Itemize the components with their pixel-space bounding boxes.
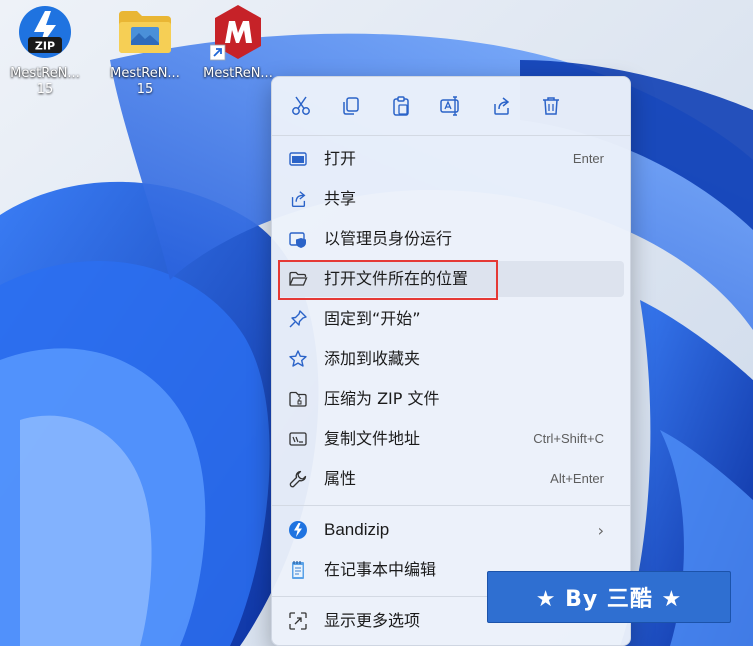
menu-item-label: 打开 bbox=[324, 149, 357, 168]
more-options-icon bbox=[288, 611, 308, 631]
menu-item-copy-as-path[interactable]: 复制文件地址 Ctrl+Shift+C bbox=[278, 421, 624, 457]
notepad-icon bbox=[288, 560, 308, 580]
paste-button[interactable] bbox=[384, 89, 418, 123]
menu-item-pin-to-start[interactable]: 固定到“开始” bbox=[278, 301, 624, 337]
copy-icon bbox=[343, 97, 359, 115]
menu-item-shortcut: Ctrl+Shift+C bbox=[533, 431, 604, 446]
chevron-right-icon: › bbox=[597, 521, 604, 540]
menu-item-share[interactable]: 共享 bbox=[278, 181, 624, 217]
bandizip-icon bbox=[288, 520, 308, 540]
menu-item-label: Bandizip bbox=[324, 520, 390, 539]
share-button[interactable] bbox=[484, 89, 518, 123]
menu-item-label: 复制文件地址 bbox=[324, 429, 421, 448]
context-menu: 打开 Enter 共享 以管理员身份运行 打开文件所在的位置 固定到“开始” 添… bbox=[271, 76, 631, 646]
desktop-icon-label: MestReN... bbox=[110, 66, 180, 81]
menu-item-label: 添加到收藏夹 bbox=[324, 349, 421, 368]
share-icon bbox=[494, 97, 510, 115]
trash-icon bbox=[543, 97, 559, 115]
menu-item-label: 共享 bbox=[324, 189, 357, 208]
svg-text:ZIP: ZIP bbox=[35, 40, 55, 53]
scissors-icon bbox=[292, 96, 310, 115]
menu-item-compress-zip[interactable]: 压缩为 ZIP 文件 bbox=[278, 381, 624, 417]
desktop-icon-label-line2: 15 bbox=[136, 82, 154, 97]
open-window-icon bbox=[288, 149, 308, 169]
rename-button[interactable] bbox=[434, 89, 468, 123]
cut-button[interactable] bbox=[284, 89, 318, 123]
folder-open-icon bbox=[288, 269, 308, 289]
wrench-icon bbox=[288, 469, 308, 489]
menu-item-properties[interactable]: 属性 Alt+Enter bbox=[278, 461, 624, 497]
menu-item-shortcut: Alt+Enter bbox=[550, 471, 604, 486]
pin-icon bbox=[288, 309, 308, 329]
delete-button[interactable] bbox=[534, 89, 568, 123]
desktop-icon-label: MestReN... bbox=[10, 66, 80, 81]
menu-item-run-as-admin[interactable]: 以管理员身份运行 bbox=[278, 221, 624, 257]
bandizip-zip-icon: ZIP bbox=[15, 2, 75, 62]
shield-icon bbox=[288, 229, 308, 249]
menu-item-label: 属性 bbox=[324, 469, 357, 488]
copy-button[interactable] bbox=[334, 89, 368, 123]
menu-separator bbox=[272, 505, 630, 506]
desktop-icon-folder[interactable]: MestReN... 15 bbox=[97, 2, 193, 108]
menu-item-label: 压缩为 ZIP 文件 bbox=[324, 389, 440, 408]
menu-item-label: 显示更多选项 bbox=[324, 611, 421, 630]
menu-item-add-to-favorites[interactable]: 添加到收藏夹 bbox=[278, 341, 624, 377]
menu-item-open-file-location[interactable]: 打开文件所在的位置 bbox=[278, 261, 624, 297]
zip-folder-icon bbox=[288, 389, 308, 409]
star-icon bbox=[288, 349, 308, 369]
context-menu-toolbar bbox=[272, 77, 630, 135]
watermark-badge: ★ By 三酷 ★ bbox=[487, 571, 731, 623]
desktop-icon-label-line2: 15 bbox=[36, 82, 54, 97]
menu-item-label: 在记事本中编辑 bbox=[324, 560, 437, 579]
menu-item-open[interactable]: 打开 Enter bbox=[278, 141, 624, 177]
share-icon bbox=[288, 189, 308, 209]
desktop-icon-bandizip-zip[interactable]: ZIP MestReN... 15 bbox=[0, 2, 93, 108]
clipboard-icon bbox=[393, 96, 409, 116]
menu-item-shortcut: Enter bbox=[572, 151, 604, 166]
menu-item-label: 固定到“开始” bbox=[324, 309, 421, 328]
desktop-icon-label: MestReN... bbox=[203, 66, 273, 81]
menu-item-bandizip[interactable]: Bandizip › bbox=[278, 512, 624, 548]
menu-separator bbox=[272, 135, 630, 136]
rename-icon bbox=[440, 96, 459, 116]
copy-path-icon bbox=[288, 429, 308, 449]
menu-item-label: 打开文件所在的位置 bbox=[324, 269, 469, 288]
menu-item-label: 以管理员身份运行 bbox=[324, 229, 453, 248]
mestrenova-shortcut-icon bbox=[208, 2, 268, 62]
folder-icon bbox=[115, 2, 175, 62]
